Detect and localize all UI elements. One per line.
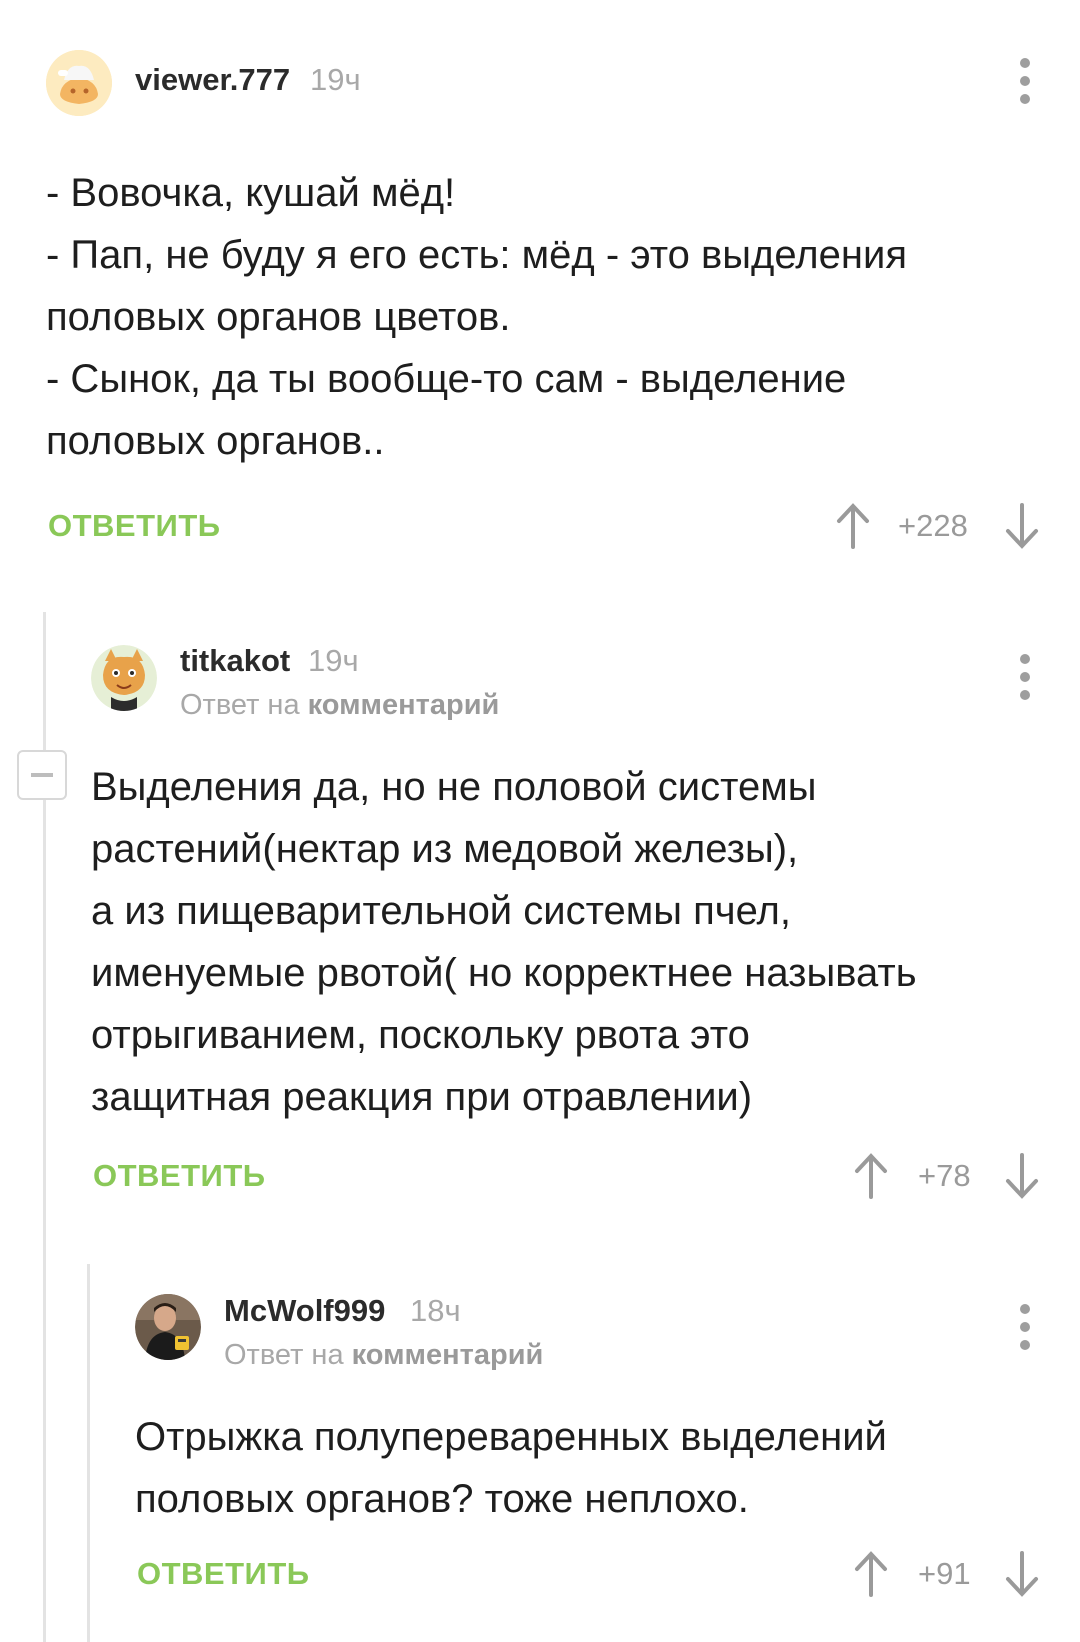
- reply-button[interactable]: ОТВЕТИТЬ: [137, 1556, 310, 1592]
- thread-line-level-2: [87, 1264, 90, 1642]
- comment-line: именуемые рвотой( но корректнее называть: [91, 951, 917, 995]
- comment-line: - Пап, не буду я его есть: мёд - это выд…: [46, 233, 907, 277]
- avatar-image: [91, 645, 157, 711]
- comment-line: половых органов..: [46, 419, 385, 463]
- comment-line: - Сынок, да ты вообще-то сам - выделение: [46, 357, 847, 401]
- comment-line: а из пищеварительной системы пчел,: [91, 889, 791, 933]
- timestamp: 19ч: [308, 643, 359, 678]
- vote-score: +78: [918, 1158, 971, 1193]
- timestamp: 18ч: [410, 1293, 461, 1328]
- author-name[interactable]: viewer.777: [135, 62, 290, 98]
- avatar-image: [46, 50, 112, 116]
- comment-line: защитная реакция при отравлении): [91, 1075, 753, 1119]
- vertical-dots-icon: [1020, 58, 1030, 68]
- reply-to-info: Ответ на комментарий: [180, 689, 499, 722]
- comment-line: растений(нектар из медовой железы),: [91, 827, 799, 871]
- collapse-thread-button[interactable]: [17, 750, 67, 800]
- comment-line: - Вовочка, кушай мёд!: [46, 171, 456, 215]
- vertical-dots-icon: [1020, 654, 1030, 664]
- reply-button[interactable]: ОТВЕТИТЬ: [48, 508, 221, 544]
- arrow-up-icon[interactable]: [853, 1153, 889, 1199]
- arrow-down-icon[interactable]: [1004, 503, 1040, 549]
- comment-body: - Вовочка, кушай мёд! - Пап, не буду я е…: [46, 162, 907, 472]
- arrow-down-icon[interactable]: [1004, 1153, 1040, 1199]
- comment-menu-button[interactable]: [1018, 1304, 1032, 1350]
- timestamp: 19ч: [310, 62, 361, 97]
- reply-target-link[interactable]: комментарий: [352, 1339, 544, 1371]
- arrow-down-icon[interactable]: [1004, 1551, 1040, 1597]
- vote-score: +228: [898, 508, 968, 543]
- avatar-image: [135, 1294, 201, 1360]
- comment-body: Отрыжка полупереваренных выделений полов…: [135, 1406, 887, 1530]
- comment-line: половых органов цветов.: [46, 295, 511, 339]
- comment-line: отрыгиванием, поскольку рвота это: [91, 1013, 750, 1057]
- reply-to-info: Ответ на комментарий: [224, 1339, 543, 1372]
- comment-body: Выделения да, но не половой системы раст…: [91, 756, 917, 1128]
- comment-line: Выделения да, но не половой системы: [91, 765, 817, 809]
- author-name[interactable]: titkakot: [180, 643, 290, 679]
- reply-target-link[interactable]: комментарий: [308, 689, 500, 721]
- avatar[interactable]: [46, 50, 112, 116]
- comment-line: половых органов? тоже неплохо.: [135, 1477, 749, 1521]
- reply-button[interactable]: ОТВЕТИТЬ: [93, 1158, 266, 1194]
- vertical-dots-icon: [1020, 1304, 1030, 1314]
- comment-line: Отрыжка полупереваренных выделений: [135, 1415, 887, 1459]
- author-name[interactable]: McWolf999: [224, 1293, 385, 1329]
- reply-prefix: Ответ на: [180, 689, 300, 721]
- minus-icon: [31, 773, 53, 777]
- vote-score: +91: [918, 1556, 971, 1591]
- avatar[interactable]: [91, 645, 157, 711]
- arrow-up-icon[interactable]: [853, 1551, 889, 1597]
- reply-prefix: Ответ на: [224, 1339, 344, 1371]
- comment-menu-button[interactable]: [1018, 58, 1032, 104]
- avatar[interactable]: [135, 1294, 201, 1360]
- arrow-up-icon[interactable]: [835, 503, 871, 549]
- comment-menu-button[interactable]: [1018, 654, 1032, 700]
